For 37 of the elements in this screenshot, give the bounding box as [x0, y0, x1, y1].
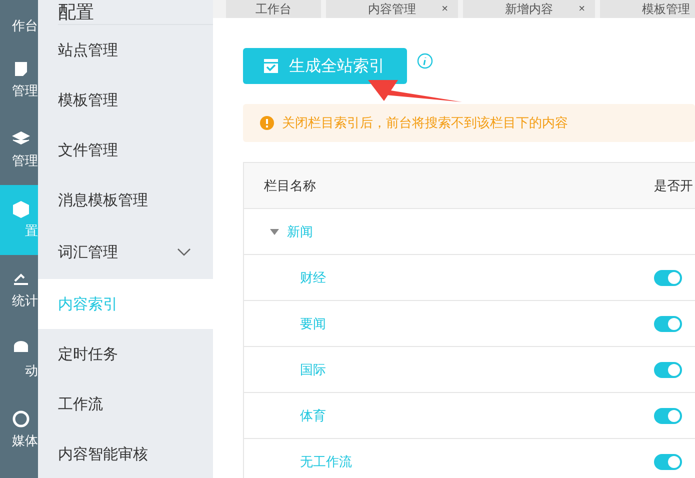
sidebar-item[interactable]: 工作流: [38, 379, 213, 429]
warning-icon: [260, 116, 274, 130]
sidebar-item[interactable]: 词汇管理: [38, 225, 213, 279]
sidebar-item[interactable]: 消息模板管理: [38, 175, 213, 225]
sidebar-item[interactable]: 模板管理: [38, 75, 213, 125]
chevron-down-icon: [177, 248, 191, 256]
tab-close-icon[interactable]: ×: [578, 3, 585, 15]
rail-item[interactable]: 作台: [0, 0, 38, 45]
calendar-check-icon: [263, 58, 279, 74]
sidebar-item[interactable]: 定时任务: [38, 329, 213, 379]
expand-triangle-icon[interactable]: [270, 228, 279, 234]
page-tab[interactable]: 内容管理 ×: [326, 0, 458, 18]
rail-item[interactable]: 媒体: [0, 395, 38, 465]
nav-icon: [12, 60, 30, 78]
column-header: 栏目名称: [263, 176, 317, 194]
nav-icon: [12, 200, 30, 218]
sidebar-item[interactable]: 站点管理: [38, 25, 213, 75]
page-tab[interactable]: 工作台: [226, 0, 321, 18]
tab-close-icon[interactable]: ×: [442, 3, 448, 15]
column-header: 是否开: [654, 176, 694, 194]
index-toggle[interactable]: [654, 362, 682, 378]
index-toggle[interactable]: [654, 454, 682, 470]
sidebar-title: 配置: [58, 0, 213, 25]
rail-item[interactable]: 动: [0, 325, 38, 395]
notice-text: 关闭栏目索引后，前台将搜索不到该栏目下的内容: [282, 114, 568, 132]
rail-item[interactable]: 管理: [0, 45, 38, 115]
info-icon[interactable]: [417, 53, 433, 69]
rail-item[interactable]: 统计: [0, 255, 38, 325]
sidebar-item[interactable]: 内容智能审核: [38, 429, 213, 478]
index-toggle[interactable]: [654, 316, 682, 332]
index-toggle[interactable]: [654, 408, 682, 424]
index-toggle[interactable]: [654, 270, 682, 286]
rail-item[interactable]: 管理: [0, 115, 38, 185]
page-tab[interactable]: 新增内容 ×: [463, 0, 595, 18]
nav-icon: [12, 410, 30, 428]
page-tab[interactable]: 模板管理: [600, 0, 695, 18]
sidebar-item[interactable]: 文件管理: [38, 125, 213, 175]
